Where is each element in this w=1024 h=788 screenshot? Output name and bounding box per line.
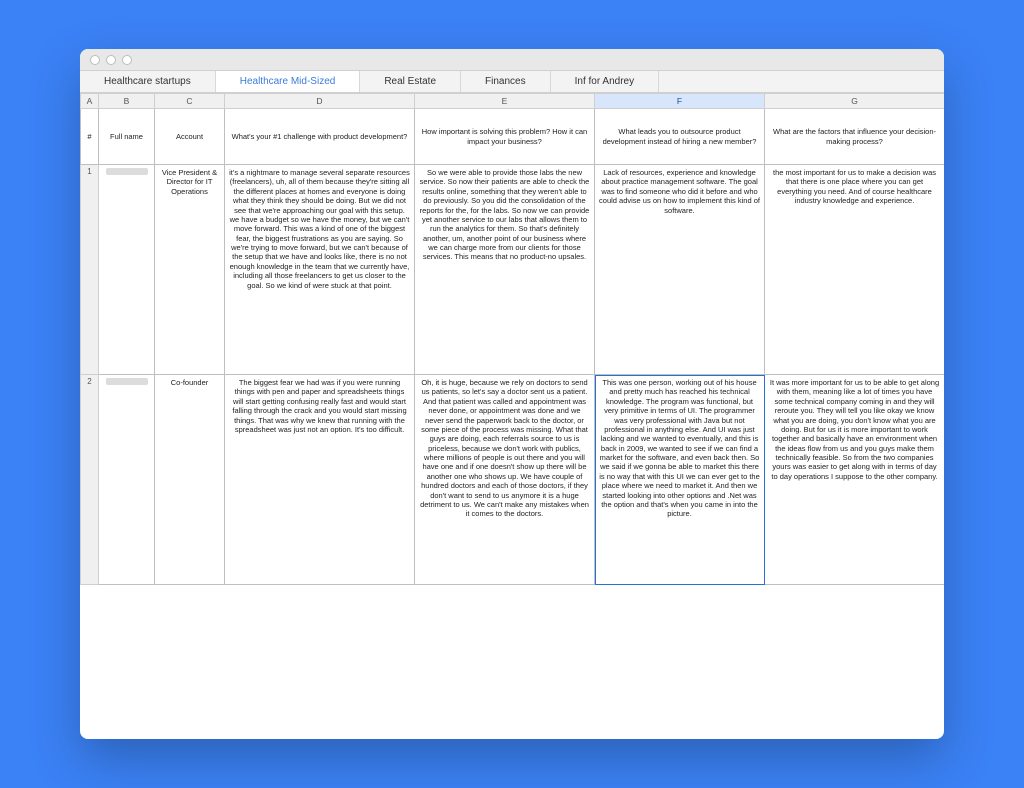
cell-q3[interactable]: This was one person, working out of his … bbox=[595, 375, 765, 585]
redacted-name bbox=[106, 168, 148, 175]
cell-q4[interactable]: It was more important for us to be able … bbox=[765, 375, 945, 585]
tab-healthcare-mid-sized[interactable]: Healthcare Mid-Sized bbox=[216, 71, 361, 92]
header-q3[interactable]: What leads you to outsource product deve… bbox=[595, 109, 765, 165]
close-icon[interactable] bbox=[90, 55, 100, 65]
col-header-d[interactable]: D bbox=[225, 94, 415, 109]
cell-q3[interactable]: Lack of resources, experience and knowle… bbox=[595, 165, 765, 375]
header-num[interactable]: # bbox=[81, 109, 99, 165]
grid-table: A B C D E F G # Full name Account What's… bbox=[80, 93, 944, 585]
cell-fullname[interactable] bbox=[99, 375, 155, 585]
field-header-row: # Full name Account What's your #1 chall… bbox=[81, 109, 945, 165]
cell-fullname[interactable] bbox=[99, 165, 155, 375]
cell-account[interactable]: Co-founder bbox=[155, 375, 225, 585]
minimize-icon[interactable] bbox=[106, 55, 116, 65]
header-account[interactable]: Account bbox=[155, 109, 225, 165]
maximize-icon[interactable] bbox=[122, 55, 132, 65]
tab-healthcare-startups[interactable]: Healthcare startups bbox=[80, 71, 216, 92]
col-header-a[interactable]: A bbox=[81, 94, 99, 109]
header-q4[interactable]: What are the factors that influence your… bbox=[765, 109, 945, 165]
header-fullname[interactable]: Full name bbox=[99, 109, 155, 165]
spreadsheet-grid[interactable]: A B C D E F G # Full name Account What's… bbox=[80, 93, 944, 739]
tab-real-estate[interactable]: Real Estate bbox=[360, 71, 461, 92]
tab-finances[interactable]: Finances bbox=[461, 71, 551, 92]
cell-q1[interactable]: it's a nightmare to manage several separ… bbox=[225, 165, 415, 375]
redacted-name bbox=[106, 378, 148, 385]
column-header-row: A B C D E F G bbox=[81, 94, 945, 109]
header-q2[interactable]: How important is solving this problem? H… bbox=[415, 109, 595, 165]
cell-q1[interactable]: The biggest fear we had was if you were … bbox=[225, 375, 415, 585]
header-q1[interactable]: What's your #1 challenge with product de… bbox=[225, 109, 415, 165]
table-row: 2 Co-founder The biggest fear we had was… bbox=[81, 375, 945, 585]
app-window: Healthcare startups Healthcare Mid-Sized… bbox=[80, 49, 944, 739]
cell-q2[interactable]: So we were able to provide those labs th… bbox=[415, 165, 595, 375]
window-titlebar bbox=[80, 49, 944, 71]
col-header-f[interactable]: F bbox=[595, 94, 765, 109]
sheet-tabs: Healthcare startups Healthcare Mid-Sized… bbox=[80, 71, 944, 93]
cell-account[interactable]: Vice President & Director for IT Operati… bbox=[155, 165, 225, 375]
col-header-c[interactable]: C bbox=[155, 94, 225, 109]
col-header-e[interactable]: E bbox=[415, 94, 595, 109]
row-number[interactable]: 2 bbox=[81, 375, 99, 585]
col-header-b[interactable]: B bbox=[99, 94, 155, 109]
table-row: 1 Vice President & Director for IT Opera… bbox=[81, 165, 945, 375]
tab-inf-for-andrey[interactable]: Inf for Andrey bbox=[551, 71, 659, 92]
cell-q4[interactable]: the most important for us to make a deci… bbox=[765, 165, 945, 375]
cell-q2[interactable]: Oh, it is huge, because we rely on docto… bbox=[415, 375, 595, 585]
col-header-g[interactable]: G bbox=[765, 94, 945, 109]
row-number[interactable]: 1 bbox=[81, 165, 99, 375]
